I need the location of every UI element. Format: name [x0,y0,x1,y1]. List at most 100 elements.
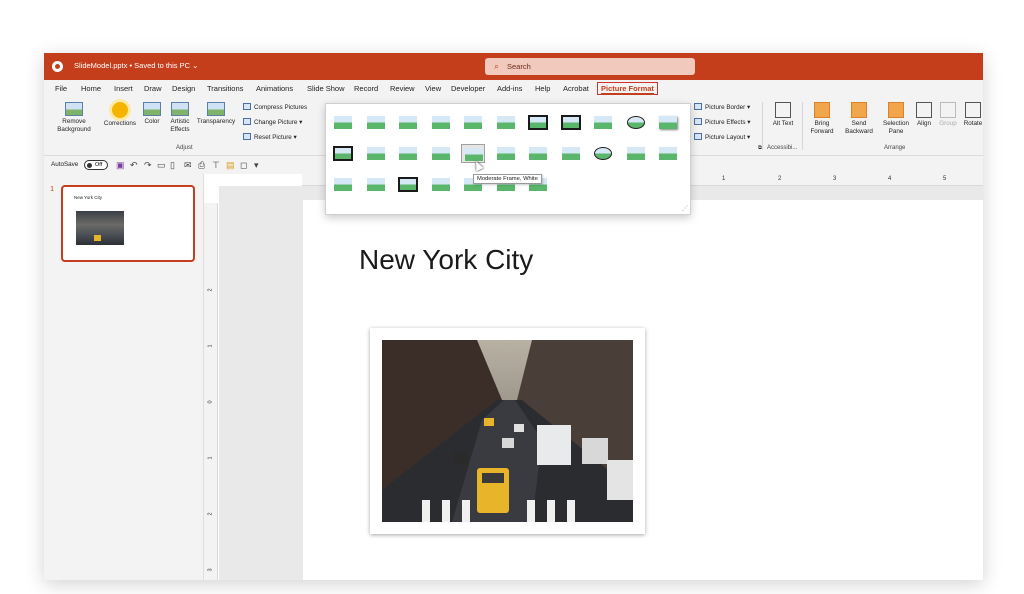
tab-developer[interactable]: Developer [451,84,485,93]
picture-style-option[interactable] [331,175,355,194]
picture-style-option[interactable] [429,113,453,132]
tab-view[interactable]: View [425,84,441,93]
print-icon[interactable]: ⎙ [198,160,205,171]
picture-style-option[interactable] [624,113,648,132]
picture-style-option[interactable] [461,144,485,163]
selection-pane-button[interactable]: Selection Pane [878,102,914,136]
send-backward-button[interactable]: Send Backward [841,102,877,136]
picture-style-option[interactable] [461,113,485,132]
picture-style-option[interactable] [624,144,648,163]
tab-draw[interactable]: Draw [144,84,162,93]
rotate-label: Rotate [963,120,983,127]
picture-layout-button[interactable]: Picture Layout ▾ [694,133,750,141]
picture-style-option[interactable] [364,113,388,132]
tab-add-ins[interactable]: Add-ins [497,84,522,93]
transparency-label: Transparency [196,118,236,125]
tab-review[interactable]: Review [390,84,415,93]
picture-style-option[interactable] [429,175,453,194]
compress-pictures-button[interactable]: Compress Pictures [243,103,307,111]
artistic-effects-button[interactable]: Artistic Effects [165,102,195,134]
picture-style-option[interactable] [364,144,388,163]
ruler-label: 2 [207,512,214,516]
picture-style-preview [431,147,450,160]
compress-label: Compress Pictures [254,104,308,111]
remove-background-label: Remove Background [57,118,91,133]
group-icon [940,102,956,118]
selection-pane-label: Selection Pane [883,120,909,135]
save-icon[interactable]: ▣ [116,160,125,171]
corrections-button[interactable]: Corrections [100,102,140,128]
picture-style-option[interactable] [494,144,518,163]
picture-style-option[interactable] [396,144,420,163]
slide-canvas: New York City [219,186,983,580]
search-icon: ⌕ [494,61,500,71]
tab-help[interactable]: Help [535,84,550,93]
slide[interactable]: New York City [303,200,983,580]
tab-transitions[interactable]: Transitions [207,84,243,93]
group-button[interactable]: Group [937,102,959,128]
powerpoint-window: SlideModel.pptx • Saved to this PC ⌄ ⌕ S… [44,53,983,580]
tab-file[interactable]: File [55,84,67,93]
rotate-button[interactable]: Rotate [962,102,983,128]
picture-style-option[interactable] [494,113,518,132]
reset-picture-button[interactable]: Reset Picture ▾ [243,133,297,141]
picture-style-option[interactable] [526,113,550,132]
tab-insert[interactable]: Insert [114,84,133,93]
ruler-label: 2 [207,288,214,292]
alt-text-button[interactable]: Alt Text [770,102,796,128]
slide-icon[interactable]: ▤ [226,160,235,171]
undo-icon[interactable]: ↶ [130,160,138,171]
redo-icon[interactable]: ↷ [144,160,152,171]
picture-style-option[interactable] [526,144,550,163]
picture-border-button[interactable]: Picture Border ▾ [694,103,750,111]
new-icon[interactable]: ▯ [170,160,175,171]
artistic-effects-icon [171,102,189,116]
tab-animations[interactable]: Animations [256,84,293,93]
picture-style-option[interactable] [331,144,355,163]
group-label: Group [939,120,957,127]
ruler-label: 1 [207,456,214,460]
open-icon[interactable]: ▭ [157,160,166,171]
customize-qat-icon[interactable]: ▾ [254,160,259,171]
present-icon[interactable]: ⊤ [212,160,220,171]
picture-style-option[interactable] [396,175,420,194]
picture-style-option[interactable] [429,144,453,163]
picture-style-option[interactable] [591,113,615,132]
autosave-toggle[interactable]: Off [84,160,108,170]
change-picture-label: Change Picture [254,119,298,126]
tab-picture-format[interactable]: Picture Format [597,82,658,95]
tab-acrobat[interactable]: Acrobat [563,84,589,93]
tab-record[interactable]: Record [354,84,378,93]
tab-home[interactable]: Home [81,84,101,93]
picture-style-preview [366,178,385,191]
picture-style-option[interactable] [364,175,388,194]
picture-style-option[interactable] [331,113,355,132]
picture-frame[interactable] [370,328,645,534]
reset-picture-icon [243,133,251,140]
ruler-label: 2 [778,176,782,182]
slide-thumbnail[interactable]: New York City [61,185,195,262]
tab-slide-show[interactable]: Slide Show [307,84,345,93]
remove-background-button[interactable]: Remove Background [54,102,94,134]
tab-design[interactable]: Design [172,84,195,93]
picture-style-option[interactable] [396,113,420,132]
slide-title[interactable]: New York City [359,244,533,276]
picture-style-option[interactable] [591,144,615,163]
picture-style-option[interactable] [656,113,680,132]
picture-style-option[interactable] [656,144,680,163]
align-button[interactable]: Align [914,102,934,128]
picture-styles-gallery: Moderate Frame, White ⋰ [325,103,691,215]
color-button[interactable]: Color [141,102,163,126]
picture-effects-button[interactable]: Picture Effects ▾ [694,118,750,126]
resize-grip-icon[interactable]: ⋰ [682,205,688,212]
document-title[interactable]: SlideModel.pptx • Saved to this PC ⌄ [74,61,198,70]
email-icon[interactable]: ✉ [184,160,192,171]
comment-icon[interactable]: ◻ [240,160,247,171]
picture-style-option[interactable] [559,144,583,163]
picture-style-option[interactable] [559,113,583,132]
bring-forward-button[interactable]: Bring Forward [804,102,840,136]
bring-forward-label: Bring Forward [810,120,834,135]
change-picture-button[interactable]: Change Picture ▾ [243,118,302,126]
transparency-button[interactable]: Transparency [196,102,236,126]
search-box[interactable]: ⌕ Search [485,58,695,75]
